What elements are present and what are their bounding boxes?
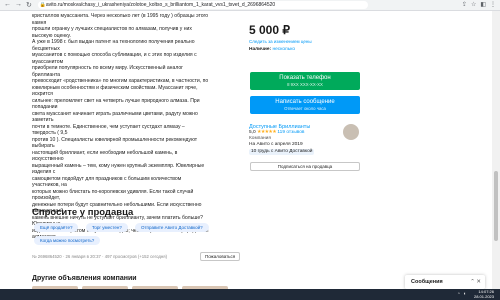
expand-icon[interactable]: ⌃ ✕ [470,275,481,289]
browser-address-bar: ← → ↻ 🔒 avito.ru/moskva/chasy_i_ukrashen… [0,0,500,11]
browser-nav: ← → ↻ [0,1,32,9]
description-line: настоящий бриллиант, если необходим небо… [32,149,178,163]
price: 5 000 ₽ [249,23,290,37]
description-line: ювелирным особенностям и физическим свой… [32,84,198,98]
description-line: превосходит «родственника» по многим хар… [32,78,209,84]
rating-stars-icon: ★★★★★ [257,130,277,135]
quick-question-chip[interactable]: Когда можно посмотреть? [34,236,101,245]
seller-avatar[interactable] [343,124,359,140]
volume-icon[interactable]: ◖ [463,291,466,297]
subscribe-button[interactable]: Подписаться на продавца [250,162,360,171]
description-line: кристаллов муассанита. Через несколько л… [32,13,209,26]
availability-value: несколько [272,47,296,52]
show-phone-label: Показать телефон [279,75,331,81]
seller-since: На Авито с апреля 2019 [249,142,303,147]
quick-question-chip[interactable]: Отправите Авито Доставкой? [135,223,209,232]
write-message-label: Написать сообщение [275,99,335,105]
lock-icon: 🔒 [39,2,47,8]
availability-label: Наличие: [249,47,272,52]
description-line: сильнее: преломляет свет на четверть луч… [32,97,200,111]
browser-toolbar-icons: ⇪ ☆ ◧ ⋮ [462,1,496,8]
ask-seller-title: Спросите у продавца [32,207,134,218]
complain-button[interactable]: Пожаловаться [200,252,241,261]
messages-label: Сообщения [411,279,443,285]
phone-masked: 8 9XX XXX-XX-XX [287,82,323,87]
url-field[interactable]: 🔒 avito.ru/moskva/chasy_i_ukrasheniya/zo… [37,1,368,9]
description-line: света муассанит начинает играть различны… [32,110,198,124]
ad-meta: № 2696864520 · 26 января в 20:37 · 497 п… [32,254,168,259]
show-phone-button[interactable]: Показать телефон 8 9XX XXX-XX-XX [250,72,360,90]
description-line: против 10 ). Специалисты ювелирной промы… [32,136,198,150]
availability: Наличие: несколько [249,47,295,52]
description-line: выращенный камень – тем, кому нужен круп… [32,162,205,176]
quick-question-chip[interactable]: Торг уместен? [86,223,128,232]
description-line: муассанитов с помощью способа сублимации… [32,52,197,65]
response-time: Отвечает около часа [284,106,326,111]
description-line: прошли огранку у лучших специалистов по … [32,26,192,39]
network-icon[interactable]: ◔ [457,291,460,297]
write-message-button[interactable]: Написать сообщение Отвечает около часа [250,96,360,114]
star-icon[interactable]: ☆ [471,1,476,8]
extension-icon[interactable]: ◧ [480,1,486,8]
forward-icon[interactable]: → [15,1,22,9]
reviews-link[interactable]: 119 отзывов [277,130,304,135]
description-line: самоцветом подойдут для праздников с бол… [32,175,182,189]
description-line: А уже в 1998 г. был выдан патент на техн… [32,39,195,52]
os-taskbar: ◔ ◖ 14:07:26 28.01.2023 [0,289,500,300]
price-history-link[interactable]: Следить за изменением цены [249,39,312,44]
menu-icon[interactable]: ⋮ [490,1,496,8]
page-content: кристаллов муассанита. Через несколько л… [0,11,492,289]
scrollbar-thumb[interactable] [494,171,498,241]
description-line: приобрели популярность по всему миру. Ис… [32,65,184,78]
rating-value: 5,0 [249,130,256,135]
system-clock[interactable]: 14:07:26 28.01.2023 [474,289,494,299]
description-line: которых можно блистать по-королевски уди… [32,188,194,202]
back-icon[interactable]: ← [4,1,11,9]
tray-icons: ◔ ◖ [457,291,466,297]
seller-badge: 10 грудь с Авито Доставкой [249,149,315,155]
quick-question-chip[interactable]: Ещё продаёте? [34,223,79,232]
share-icon[interactable]: ⇪ [462,1,467,8]
messages-widget[interactable]: Сообщения ⌃ ✕ [405,275,485,289]
clock-date: 28.01.2023 [473,294,494,299]
url-text: avito.ru/moskva/chasy_i_ukrasheniya/zolo… [45,2,276,8]
other-ads-title: Другие объявления компании [32,275,137,282]
description-line: почти в темноте. Единственное, чем уступ… [32,123,185,137]
reload-icon[interactable]: ↻ [26,1,32,9]
page-scrollbar[interactable] [492,11,500,289]
